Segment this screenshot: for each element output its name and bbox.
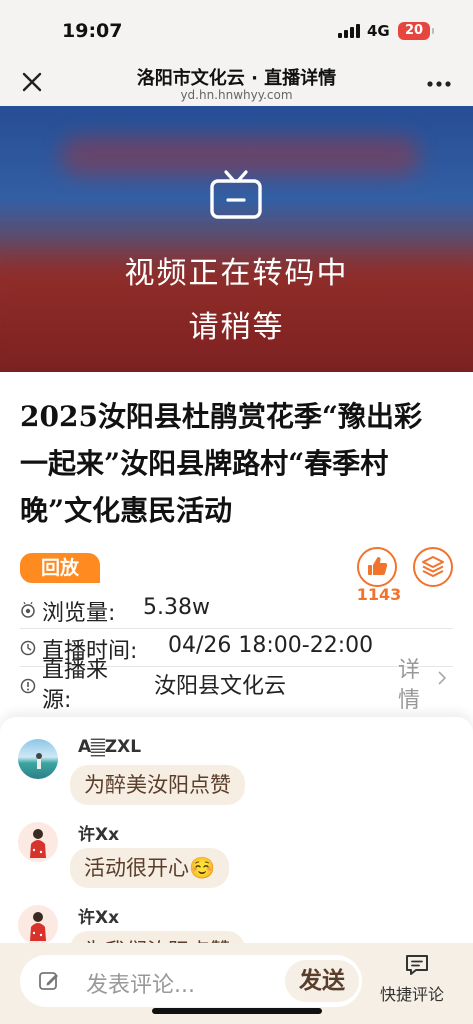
divider [20, 628, 453, 629]
avatar-figure [30, 829, 46, 858]
replay-badge: 回放 [20, 553, 100, 583]
signal-icon [338, 24, 362, 38]
send-button[interactable]: 发送 [285, 960, 359, 1002]
chevron-right-icon [438, 671, 447, 685]
video-status-line1: 视频正在转码中 [124, 256, 349, 291]
comment-placeholder: 发表评论... [86, 973, 195, 998]
layers-button[interactable] [413, 547, 453, 587]
page-title: 洛阳市文化云 · 直播详情 [136, 68, 337, 89]
eye-icon [21, 602, 35, 618]
comment-item: 许Xx 活动很开心☺️ [0, 820, 473, 900]
avatar-figure [30, 912, 46, 941]
comment-author: 许Xx [78, 825, 120, 845]
comment-item: A𝄛ZXL 为醉美汝阳点赞 [0, 737, 473, 817]
source-label: 直播来源: [42, 658, 109, 713]
comment-text: 活动很开心☺️ [70, 848, 230, 888]
live-time-value: 04/26 18:00-22:00 [168, 633, 374, 658]
edit-icon [39, 972, 58, 990]
source-row[interactable]: 直播来源: 汝阳县文化云 详情 [20, 656, 453, 716]
battery-icon: 20 [398, 22, 434, 40]
network-type: 4G [367, 22, 390, 40]
like-button[interactable] [357, 547, 397, 587]
source-value: 汝阳县文化云 [154, 674, 287, 699]
detail-link[interactable]: 详情 [398, 656, 424, 716]
avatar[interactable] [18, 739, 58, 779]
page-url: yd.hn.hnwhyy.com [180, 88, 293, 102]
views-label: 浏览量: [42, 601, 116, 626]
status-bar: 19:07 4G 20 [0, 0, 473, 58]
clock-icon [20, 640, 36, 656]
comment-author: A𝄛ZXL [78, 737, 142, 757]
comment-author: 许Xx [78, 908, 120, 928]
quick-comment-icon[interactable] [404, 953, 430, 977]
video-player[interactable]: 视频正在转码中 请稍等 [0, 106, 473, 372]
tv-icon [210, 170, 262, 219]
more-icon[interactable] [424, 70, 454, 94]
avatar-figure [36, 753, 42, 769]
views-row: 浏览量: 5.38w [20, 595, 453, 626]
comment-text: 为醉美汝阳点赞 [70, 765, 245, 805]
thumbs-up-icon [368, 556, 388, 575]
avatar[interactable] [18, 822, 58, 862]
status-time: 19:07 [62, 20, 123, 42]
views-value: 5.38w [143, 595, 210, 620]
home-indicator [152, 1008, 322, 1014]
layers-icon [422, 556, 444, 577]
event-title: 2025汝阳县杜鹃赏花季“豫出彩 一起来”汝阳县牌路村“春季村晚”文化惠民活动 [20, 400, 423, 527]
quick-comment-button[interactable]: 快捷评论 [380, 981, 444, 1005]
avatar[interactable] [18, 905, 58, 945]
info-icon [20, 678, 36, 694]
video-status-line2: 请稍等 [188, 310, 285, 345]
nav-bar: 洛阳市文化云 · 直播详情 yd.hn.hnwhyy.com [0, 58, 473, 106]
